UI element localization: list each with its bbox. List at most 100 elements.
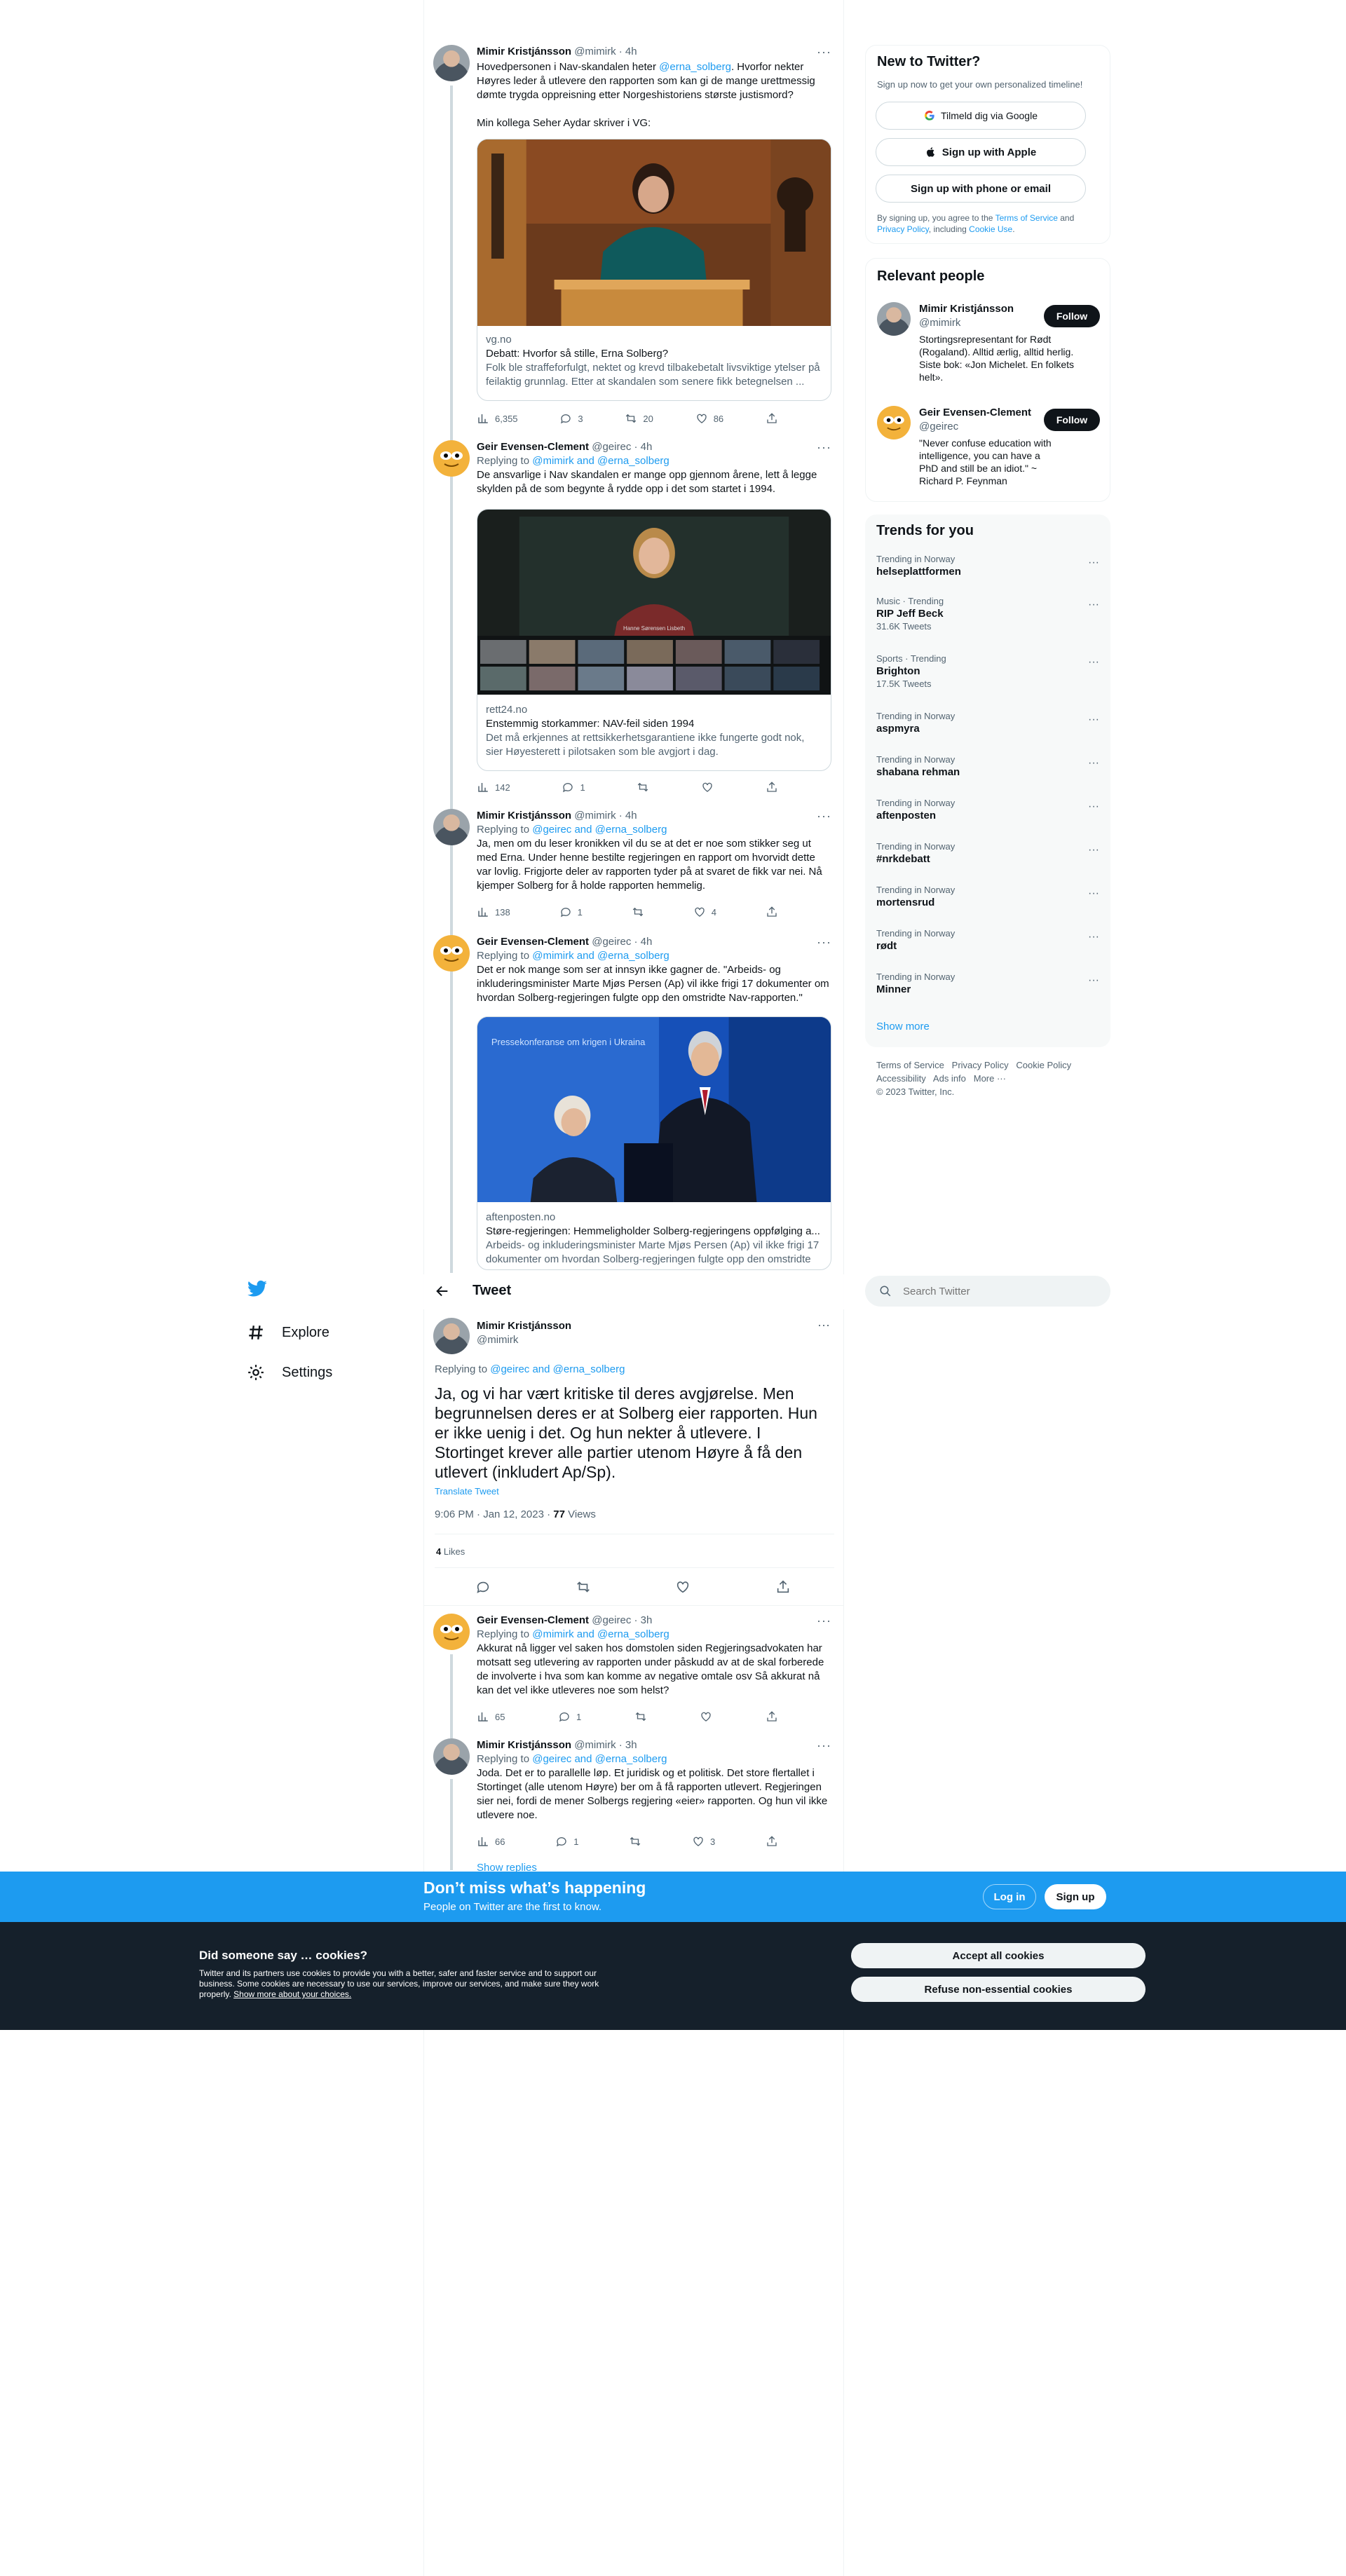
trend-item[interactable]: Trending in Norway #nrkdebatt ··· (876, 841, 1099, 866)
link-card[interactable]: vg.no Debatt: Hvorfor så stille, Erna So… (477, 139, 831, 401)
author-name[interactable]: Geir Evensen-Clement (477, 1614, 589, 1626)
more-icon[interactable]: ··· (1088, 656, 1099, 669)
share-button[interactable] (766, 411, 778, 426)
like-button[interactable]: 86 (695, 411, 723, 426)
more-icon[interactable]: ··· (817, 1738, 831, 1753)
reply-button[interactable] (475, 1579, 491, 1595)
signup-button[interactable]: Sign up (1045, 1884, 1106, 1909)
more-icon[interactable]: ··· (1088, 844, 1099, 857)
person-card[interactable]: Geir Evensen-Clement @geirec "Never conf… (919, 406, 1052, 487)
reply-tweet[interactable]: Mimir Kristjánsson @mimirk · 3h ··· Repl… (477, 1738, 831, 1822)
share-button[interactable] (766, 1709, 778, 1724)
person-card[interactable]: Mimir Kristjánsson @mimirk Stortingsrepr… (919, 302, 1074, 383)
tweet-time[interactable]: · 4h (619, 810, 637, 822)
author-name[interactable]: Mimir Kristjánsson (477, 1739, 571, 1751)
search-input[interactable] (903, 1283, 1092, 1299)
more-icon[interactable]: ··· (817, 1614, 831, 1628)
footer-link[interactable]: Accessibility (876, 1073, 926, 1084)
more-icon[interactable]: ··· (1088, 599, 1099, 611)
avatar[interactable] (433, 935, 470, 972)
more-icon[interactable]: ··· (1088, 800, 1099, 813)
replying-to-link[interactable]: @mimirk and @erna_solberg (532, 1628, 669, 1640)
trend-item[interactable]: Trending in Norway aspmyra ··· (876, 711, 1099, 736)
replying-to-link[interactable]: @geirec and @erna_solberg (532, 824, 667, 836)
tweet[interactable]: Mimir Kristjánsson @mimirk · 4h ··· Hove… (477, 45, 831, 130)
tweet-time[interactable]: · 4h (634, 936, 653, 948)
google-signup-button[interactable]: Tilmeld dig via Google (876, 102, 1086, 130)
link-card[interactable]: Pressekonferanse om krigen i Ukraina aft… (477, 1016, 831, 1270)
more-icon[interactable]: ··· (1088, 557, 1099, 569)
author-name[interactable]: Mimir Kristjánsson (477, 1319, 571, 1333)
reply-button[interactable]: 1 (555, 1834, 578, 1849)
share-button[interactable] (766, 1834, 778, 1849)
author-handle[interactable]: @geirec (592, 441, 631, 453)
like-button[interactable]: 4 (693, 904, 716, 920)
show-more-link[interactable]: Show more (876, 1021, 930, 1033)
tweet-time[interactable]: · 4h (634, 441, 653, 453)
more-icon[interactable]: ··· (1088, 887, 1099, 900)
person-name[interactable]: Geir Evensen-Clement (919, 406, 1045, 420)
tweet-time[interactable]: · 4h (619, 46, 637, 57)
back-arrow-icon[interactable] (435, 1283, 450, 1299)
share-button[interactable] (766, 904, 778, 920)
trend-item[interactable]: Music · Trending RIP Jeff Beck 31.6K Tweet… (876, 596, 1099, 632)
cookie-link[interactable]: Cookie Use (969, 224, 1012, 234)
tweet-time[interactable]: · 3h (619, 1739, 637, 1751)
share-button[interactable] (775, 1579, 791, 1595)
replying-to-link[interactable]: @mimirk and @erna_solberg (532, 455, 669, 467)
more-icon[interactable]: ··· (1088, 974, 1099, 987)
trend-item[interactable]: Trending in Norway shabana rehman ··· (876, 754, 1099, 779)
footer-link[interactable]: Ads info (933, 1073, 966, 1084)
more-icon[interactable]: ··· (817, 45, 831, 60)
footer-link[interactable]: Privacy Policy (952, 1060, 1009, 1070)
author-handle[interactable]: @mimirk (477, 1333, 571, 1347)
author-name[interactable]: Geir Evensen-Clement (477, 936, 589, 948)
timestamp-text[interactable]: 9:06 PM · Jan 12, 2023 · (435, 1508, 553, 1520)
share-button[interactable] (766, 779, 778, 795)
trend-item[interactable]: Trending in Norway aftenposten ··· (876, 798, 1099, 823)
login-button[interactable]: Log in (983, 1884, 1036, 1909)
reply-button[interactable]: 3 (559, 411, 583, 426)
more-icon[interactable]: ··· (1088, 757, 1099, 770)
author-handle[interactable]: @mimirk (574, 46, 616, 57)
avatar[interactable] (433, 45, 470, 81)
more-icon[interactable]: ··· (1088, 931, 1099, 943)
author-handle[interactable]: @geirec (592, 936, 631, 948)
replying-to-link[interactable]: @geirec and @erna_solberg (532, 1753, 667, 1765)
more-icon[interactable]: ··· (817, 440, 831, 455)
footer-link[interactable]: Cookie Policy (1016, 1060, 1071, 1070)
refuse-cookies-button[interactable]: Refuse non-essential cookies (851, 1977, 1146, 2002)
retweet-button[interactable] (629, 1834, 641, 1849)
cookie-choices-link[interactable]: Show more about your choices. (233, 1989, 351, 1999)
translate-link[interactable]: Translate Tweet (435, 1486, 499, 1497)
nav-explore[interactable]: Explore (247, 1323, 329, 1342)
tweet[interactable]: Geir Evensen-Clement @geirec · 4h ··· Re… (477, 440, 831, 496)
accept-cookies-button[interactable]: Accept all cookies (851, 1943, 1146, 1968)
more-icon[interactable]: ··· (817, 935, 831, 950)
avatar[interactable] (877, 406, 911, 439)
views-stat[interactable]: 138 (477, 904, 510, 920)
privacy-link[interactable]: Privacy Policy (877, 224, 929, 234)
avatar[interactable] (877, 302, 911, 336)
retweet-button[interactable]: 20 (625, 411, 653, 426)
tweet-time[interactable]: · 3h (634, 1614, 653, 1626)
reply-button[interactable]: 1 (562, 779, 585, 795)
tweet[interactable]: Mimir Kristjánsson @mimirk · 4h ··· Repl… (477, 809, 831, 893)
more-icon[interactable]: ··· (817, 1318, 830, 1333)
more-icon[interactable]: ··· (817, 809, 831, 824)
views-stat[interactable]: 142 (477, 779, 510, 795)
phone-email-signup-button[interactable]: Sign up with phone or email (876, 175, 1086, 203)
like-button[interactable] (701, 779, 714, 795)
trend-item[interactable]: Trending in Norway rødt ··· (876, 928, 1099, 953)
views-stat[interactable]: 66 (477, 1834, 505, 1849)
retweet-button[interactable] (634, 1709, 647, 1724)
author-handle[interactable]: @geirec (592, 1614, 631, 1626)
retweet-button[interactable] (576, 1579, 591, 1595)
more-icon[interactable]: ··· (1088, 714, 1099, 726)
author-handle[interactable]: @mimirk (574, 810, 616, 822)
retweet-button[interactable] (637, 779, 649, 795)
retweet-button[interactable] (632, 904, 644, 920)
avatar[interactable] (433, 440, 470, 477)
like-button[interactable] (700, 1709, 712, 1724)
footer-more-link[interactable]: More ··· (974, 1073, 1006, 1084)
